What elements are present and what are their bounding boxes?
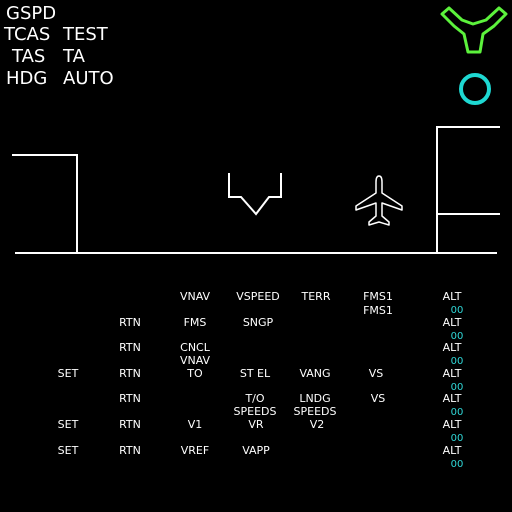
menu-alt-3[interactable]: ALT <box>435 342 469 354</box>
menu-vang[interactable]: VANG <box>292 368 338 380</box>
right-bracket <box>436 126 500 253</box>
menu-vs-5[interactable]: VS <box>362 393 394 405</box>
menu-alt-value-6: 00 <box>450 433 464 444</box>
menu-v1[interactable]: V1 <box>174 419 216 431</box>
menu-vref[interactable]: VREF <box>174 445 216 457</box>
menu-cncl-vnav[interactable]: VNAV <box>174 355 216 367</box>
menu-vapp[interactable]: VAPP <box>236 445 276 457</box>
menu-to-speeds-sub[interactable]: SPEEDS <box>230 406 280 418</box>
menu-rtn-4[interactable]: RTN <box>110 368 150 380</box>
menu-rtn-7[interactable]: RTN <box>110 445 150 457</box>
menu-set-7[interactable]: SET <box>50 445 86 457</box>
circle-icon <box>459 73 491 105</box>
menu-sngp[interactable]: SNGP <box>236 317 280 329</box>
menu-rtn-3[interactable]: RTN <box>110 342 150 354</box>
menu-alt-4[interactable]: ALT <box>435 368 469 380</box>
menu-to[interactable]: TO <box>174 368 216 380</box>
menu-alt-value-7: 00 <box>450 459 464 470</box>
menu-vnav[interactable]: VNAV <box>174 291 216 303</box>
menu-alt-value-1: 00 <box>450 305 464 316</box>
menu-cncl[interactable]: CNCL <box>174 342 216 354</box>
menu-rtn-5[interactable]: RTN <box>110 393 150 405</box>
menu-alt-5[interactable]: ALT <box>435 393 469 405</box>
display-graphics <box>12 6 508 254</box>
menu-v2[interactable]: V2 <box>296 419 338 431</box>
menu-fms1[interactable]: FMS1 <box>356 291 400 303</box>
menu-rtn-6[interactable]: RTN <box>110 419 150 431</box>
y-shape-icon[interactable] <box>440 6 508 54</box>
menu-set-4[interactable]: SET <box>50 368 86 380</box>
menu-alt-6[interactable]: ALT <box>435 419 469 431</box>
menu-lndg-speeds[interactable]: LNDG <box>292 393 338 405</box>
menu-fms[interactable]: FMS <box>174 317 216 329</box>
menu-lndg-speeds-sub[interactable]: SPEEDS <box>292 406 338 418</box>
left-bracket <box>12 154 78 253</box>
airplane-icon <box>355 175 403 226</box>
menu-alt-value-3: 00 <box>450 356 464 367</box>
menu-set-6[interactable]: SET <box>50 419 86 431</box>
menu-rtn-2[interactable]: RTN <box>110 317 150 329</box>
menu-vs-4[interactable]: VS <box>360 368 392 380</box>
menu-vspeed[interactable]: VSPEED <box>230 291 286 303</box>
menu-alt-2[interactable]: ALT <box>435 317 469 329</box>
menu-alt-1[interactable]: ALT <box>435 291 469 303</box>
menu-to-speeds[interactable]: T/O <box>230 393 280 405</box>
menu-st-el[interactable]: ST EL <box>230 368 280 380</box>
menu-vr[interactable]: VR <box>236 419 276 431</box>
menu-alt-value-5: 00 <box>450 407 464 418</box>
menu-terr[interactable]: TERR <box>294 291 338 303</box>
chevron-marker-icon <box>228 173 282 216</box>
menu-fms1-value: FMS1 <box>363 304 393 317</box>
menu-alt-7[interactable]: ALT <box>435 445 469 457</box>
